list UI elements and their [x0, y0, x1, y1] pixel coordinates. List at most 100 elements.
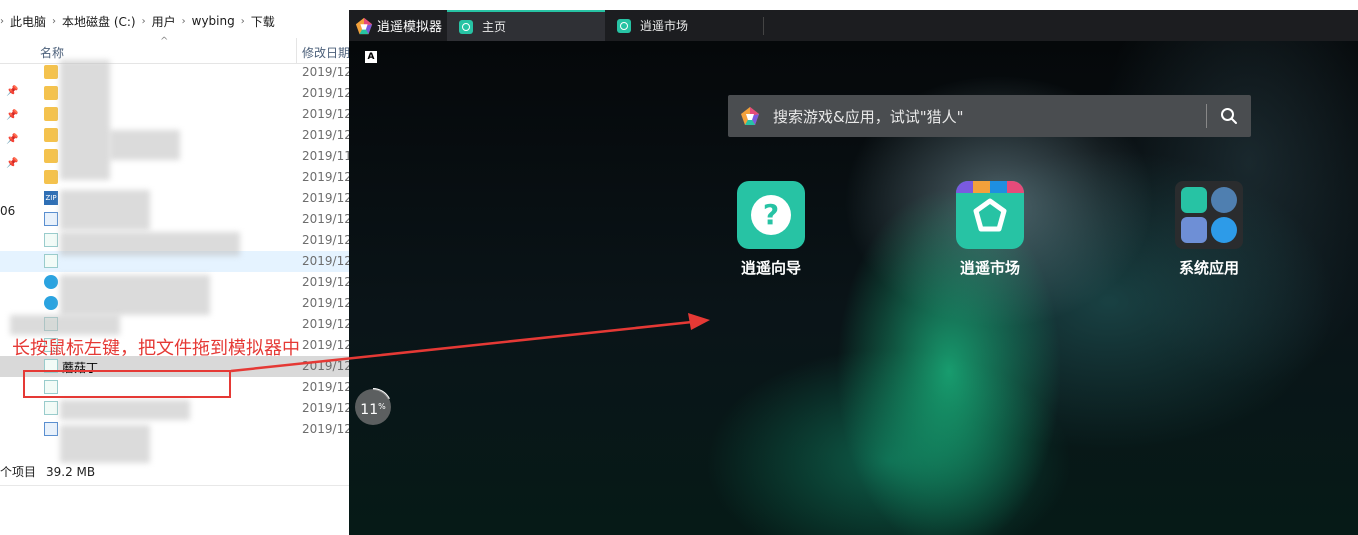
tab-home[interactable]: 主页	[447, 10, 605, 41]
tab-market[interactable]: 逍遥市场	[605, 10, 763, 41]
column-name-header[interactable]: 名称	[40, 44, 64, 61]
zip-icon: ZIP	[44, 191, 58, 205]
emulator-window: 逍遥模拟器 主页 逍遥市场 A 搜索游戏&应用，试试"猎人" ? 逍遥向导 逍遥…	[349, 10, 1358, 535]
file-date: 2019/12	[302, 296, 352, 310]
file-date: 2019/12	[302, 65, 352, 79]
column-headers: ^ 名称 修改日期	[0, 36, 350, 64]
folder-icon	[44, 128, 58, 142]
breadcrumb-users[interactable]: 用户	[146, 13, 182, 30]
app-file-icon	[44, 275, 58, 289]
redacted-area	[60, 425, 150, 463]
tab-label: 逍遥市场	[640, 19, 689, 33]
mini-app-icon	[1181, 217, 1207, 243]
file-date: 2019/12	[302, 170, 352, 184]
folder-icon	[44, 107, 58, 121]
file-date: 2019/12	[302, 86, 352, 100]
emulator-title: 逍遥模拟器	[377, 20, 443, 35]
file-date: 2019/12	[302, 380, 352, 394]
background-window-strip: 250	[1029, 0, 1358, 10]
file-row[interactable]: 2019/12	[0, 335, 352, 356]
mini-app-icon	[1181, 187, 1207, 213]
file-row[interactable]: 2019/12	[0, 104, 352, 125]
apk-file-icon	[44, 401, 58, 415]
file-name: 蘑菇丁	[62, 361, 99, 375]
app-system[interactable]: 系统应用	[1169, 181, 1249, 278]
system-folder-icon	[1175, 181, 1243, 249]
progress-value: 11	[360, 402, 379, 418]
redacted-area	[60, 190, 150, 230]
sort-ascending-icon: ^	[160, 36, 169, 47]
redacted-area	[60, 275, 210, 315]
market-bag-icon	[956, 181, 1024, 249]
mini-app-icon	[1211, 187, 1237, 213]
file-date: 2019/12	[302, 317, 352, 331]
image-file-icon	[44, 212, 58, 226]
file-date: 2019/12	[302, 128, 352, 142]
file-date: 2019/11	[302, 149, 352, 163]
apk-file-icon	[44, 233, 58, 247]
image-file-icon	[44, 422, 58, 436]
file-row[interactable]: ZIP 2019/12	[0, 188, 352, 209]
apk-file-icon	[44, 359, 58, 373]
file-row[interactable]: 2019/12	[0, 62, 352, 83]
file-date: 2019/12	[302, 212, 352, 226]
search-divider	[1206, 104, 1207, 128]
market-tab-icon	[617, 18, 631, 33]
search-button[interactable]	[1214, 103, 1244, 129]
breadcrumb-user[interactable]: wybing	[186, 14, 241, 28]
file-date: 2019/12	[302, 359, 352, 373]
file-row-mogu-ding[interactable]: 蘑菇丁 2019/12	[0, 356, 352, 377]
item-count: 个项目	[0, 465, 37, 479]
app-label: 系统应用	[1178, 259, 1239, 277]
tab-label: 主页	[482, 20, 507, 34]
redacted-area	[60, 232, 240, 256]
progress-unit: %	[378, 402, 386, 411]
breadcrumb: › 此电脑 › 本地磁盘 (C:) › 用户 › wybing › 下载	[0, 10, 281, 32]
breadcrumb-this-pc[interactable]: 此电脑	[4, 13, 52, 30]
selection-size: 39.2 MB	[46, 465, 96, 479]
file-date: 2019/12	[302, 275, 352, 289]
file-row[interactable]: 2019/12	[0, 209, 352, 230]
app-guide[interactable]: ? 逍遥向导	[731, 181, 811, 278]
install-progress: 11%	[355, 389, 391, 425]
folder-icon	[44, 149, 58, 163]
file-date: 2019/12	[302, 422, 352, 436]
android-desktop[interactable]: A 搜索游戏&应用，试试"猎人" ? 逍遥向导 逍遥市场 系统应用 11%	[349, 41, 1358, 535]
tab-divider	[763, 16, 764, 35]
file-date: 2019/12	[302, 191, 352, 205]
question-icon: ?	[737, 181, 805, 249]
file-row[interactable]: 2019/12	[0, 83, 352, 104]
file-row[interactable]: 2019/12	[0, 167, 352, 188]
explorer-bottom-area	[0, 485, 350, 535]
apk-file-icon	[44, 338, 58, 352]
file-date: 2019/12	[302, 254, 352, 268]
status-bar: 个项目 39.2 MB	[0, 463, 95, 480]
app-label: 逍遥向导	[740, 259, 801, 277]
redacted-area	[60, 400, 190, 420]
apk-file-icon	[44, 254, 58, 268]
folder-icon	[44, 86, 58, 100]
file-date: 2019/12	[302, 107, 352, 121]
file-date: 2019/12	[302, 233, 352, 247]
file-row[interactable]: 2019/12	[0, 377, 352, 398]
breadcrumb-local-disk[interactable]: 本地磁盘 (C:)	[56, 13, 142, 30]
keyboard-indicator: A	[365, 51, 377, 63]
redacted-area	[60, 60, 110, 180]
file-explorer: › 此电脑 › 本地磁盘 (C:) › 用户 › wybing › 下载 ^ 名…	[0, 0, 352, 535]
app-label: 逍遥市场	[959, 259, 1020, 277]
column-divider[interactable]	[296, 38, 297, 64]
folder-icon	[44, 65, 58, 79]
column-date-header[interactable]: 修改日期	[302, 44, 350, 61]
app-market[interactable]: 逍遥市场	[950, 181, 1030, 278]
home-tab-icon	[459, 19, 473, 34]
emulator-logo-icon	[355, 17, 373, 34]
search-icon	[1221, 108, 1237, 124]
mini-app-icon	[1211, 217, 1237, 243]
search-logo-icon	[741, 107, 759, 125]
apk-file-icon	[44, 380, 58, 394]
redacted-area	[10, 315, 120, 335]
search-input[interactable]: 搜索游戏&应用，试试"猎人"	[773, 106, 964, 127]
breadcrumb-downloads[interactable]: 下载	[245, 13, 281, 30]
search-bar[interactable]: 搜索游戏&应用，试试"猎人"	[728, 95, 1251, 137]
file-row[interactable]: 2019/12	[0, 419, 352, 440]
